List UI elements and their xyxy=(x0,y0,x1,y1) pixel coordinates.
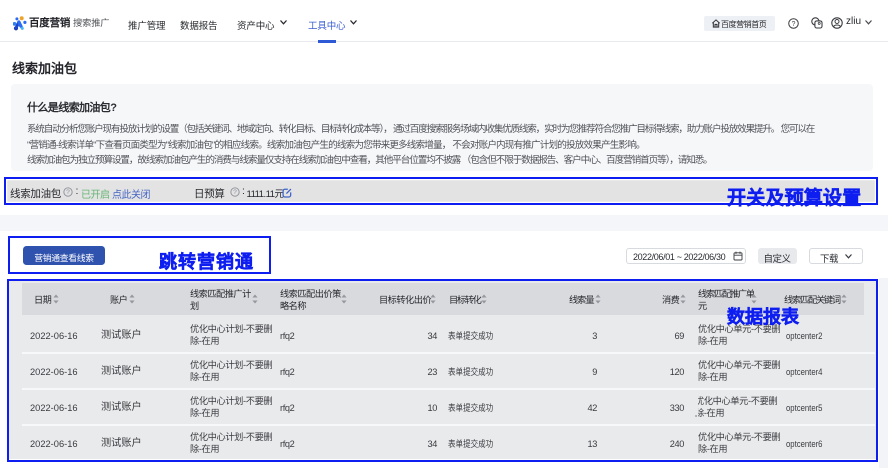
svg-text:?: ? xyxy=(66,189,70,196)
svg-text:?: ? xyxy=(792,21,796,28)
svg-text:?: ? xyxy=(233,189,237,196)
